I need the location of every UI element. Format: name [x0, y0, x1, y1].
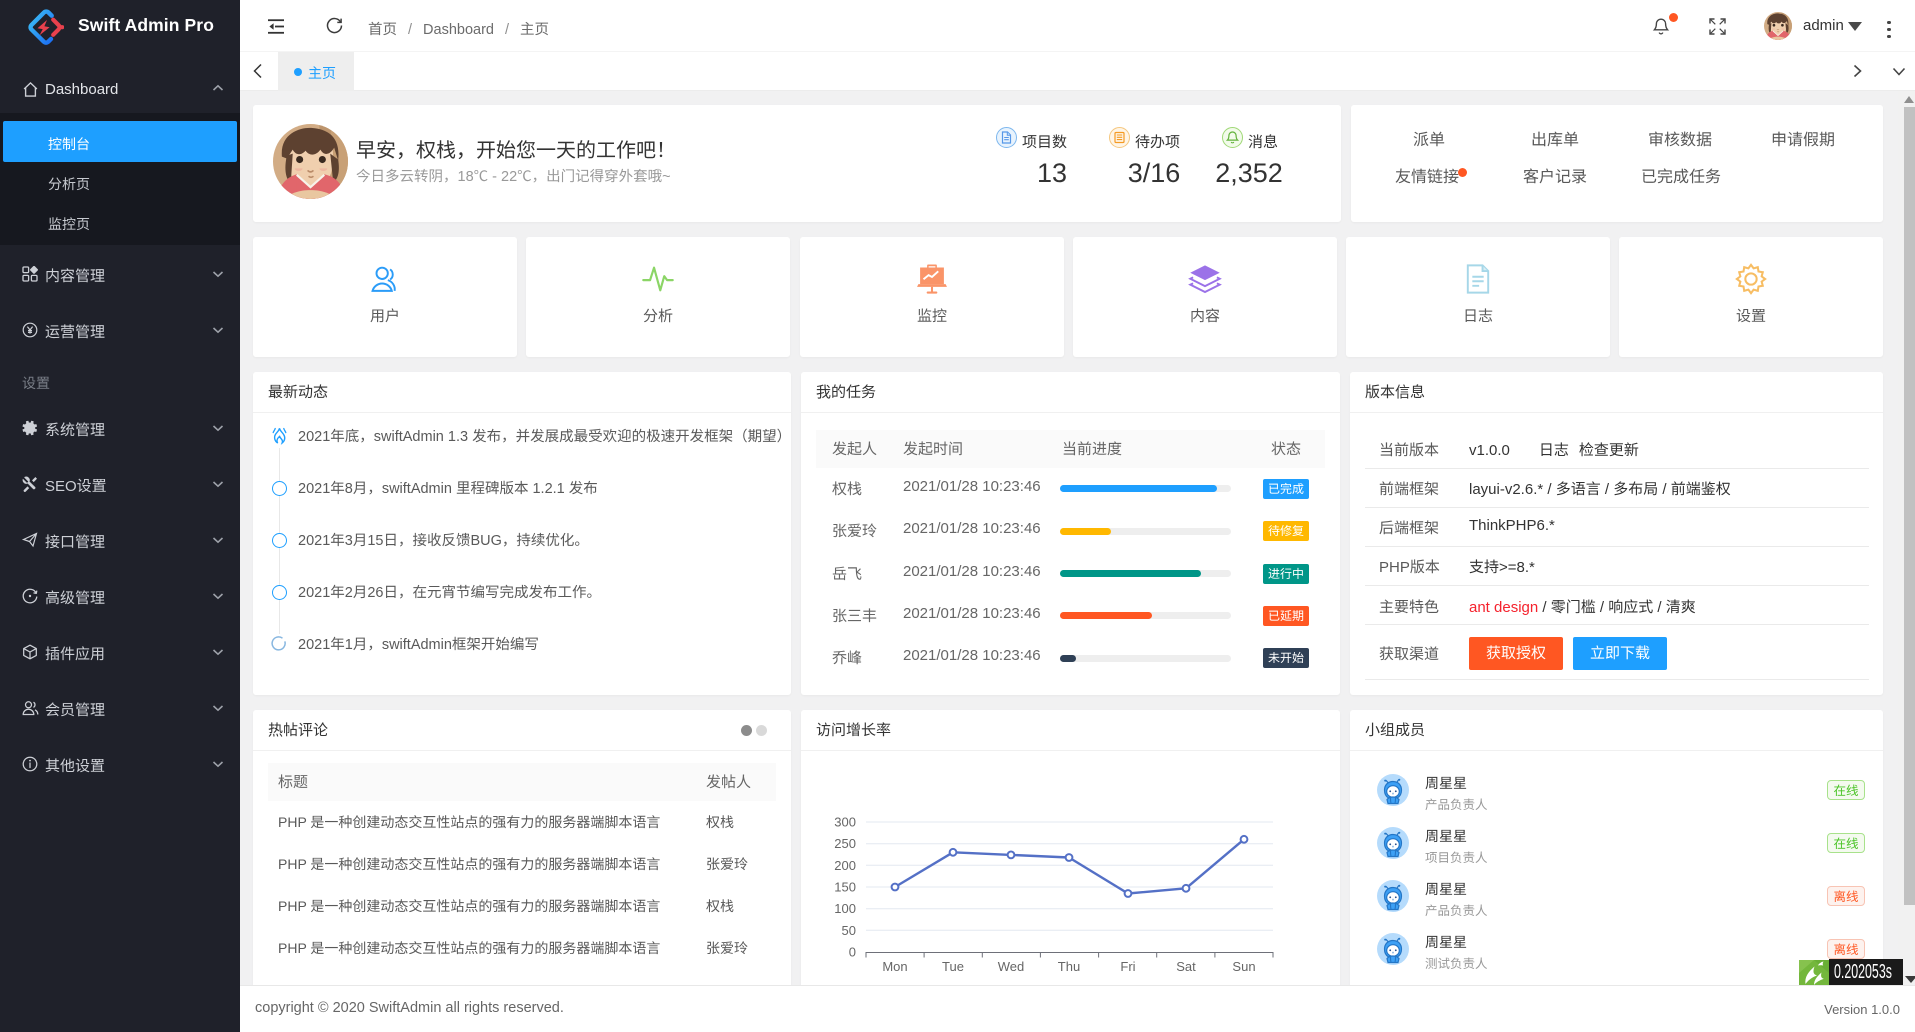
svg-text:200: 200: [834, 858, 856, 873]
svg-text:Thu: Thu: [1058, 959, 1080, 974]
svg-text:Sun: Sun: [1232, 959, 1255, 974]
svg-text:Fri: Fri: [1120, 959, 1135, 974]
svg-text:Sat: Sat: [1176, 959, 1196, 974]
svg-text:150: 150: [834, 880, 856, 895]
svg-text:Wed: Wed: [998, 959, 1025, 974]
svg-text:50: 50: [842, 923, 856, 938]
svg-text:300: 300: [834, 815, 856, 830]
svg-text:100: 100: [834, 901, 856, 916]
svg-text:Mon: Mon: [882, 959, 907, 974]
svg-text:Tue: Tue: [942, 959, 964, 974]
svg-text:250: 250: [834, 836, 856, 851]
svg-text:0: 0: [849, 945, 856, 960]
